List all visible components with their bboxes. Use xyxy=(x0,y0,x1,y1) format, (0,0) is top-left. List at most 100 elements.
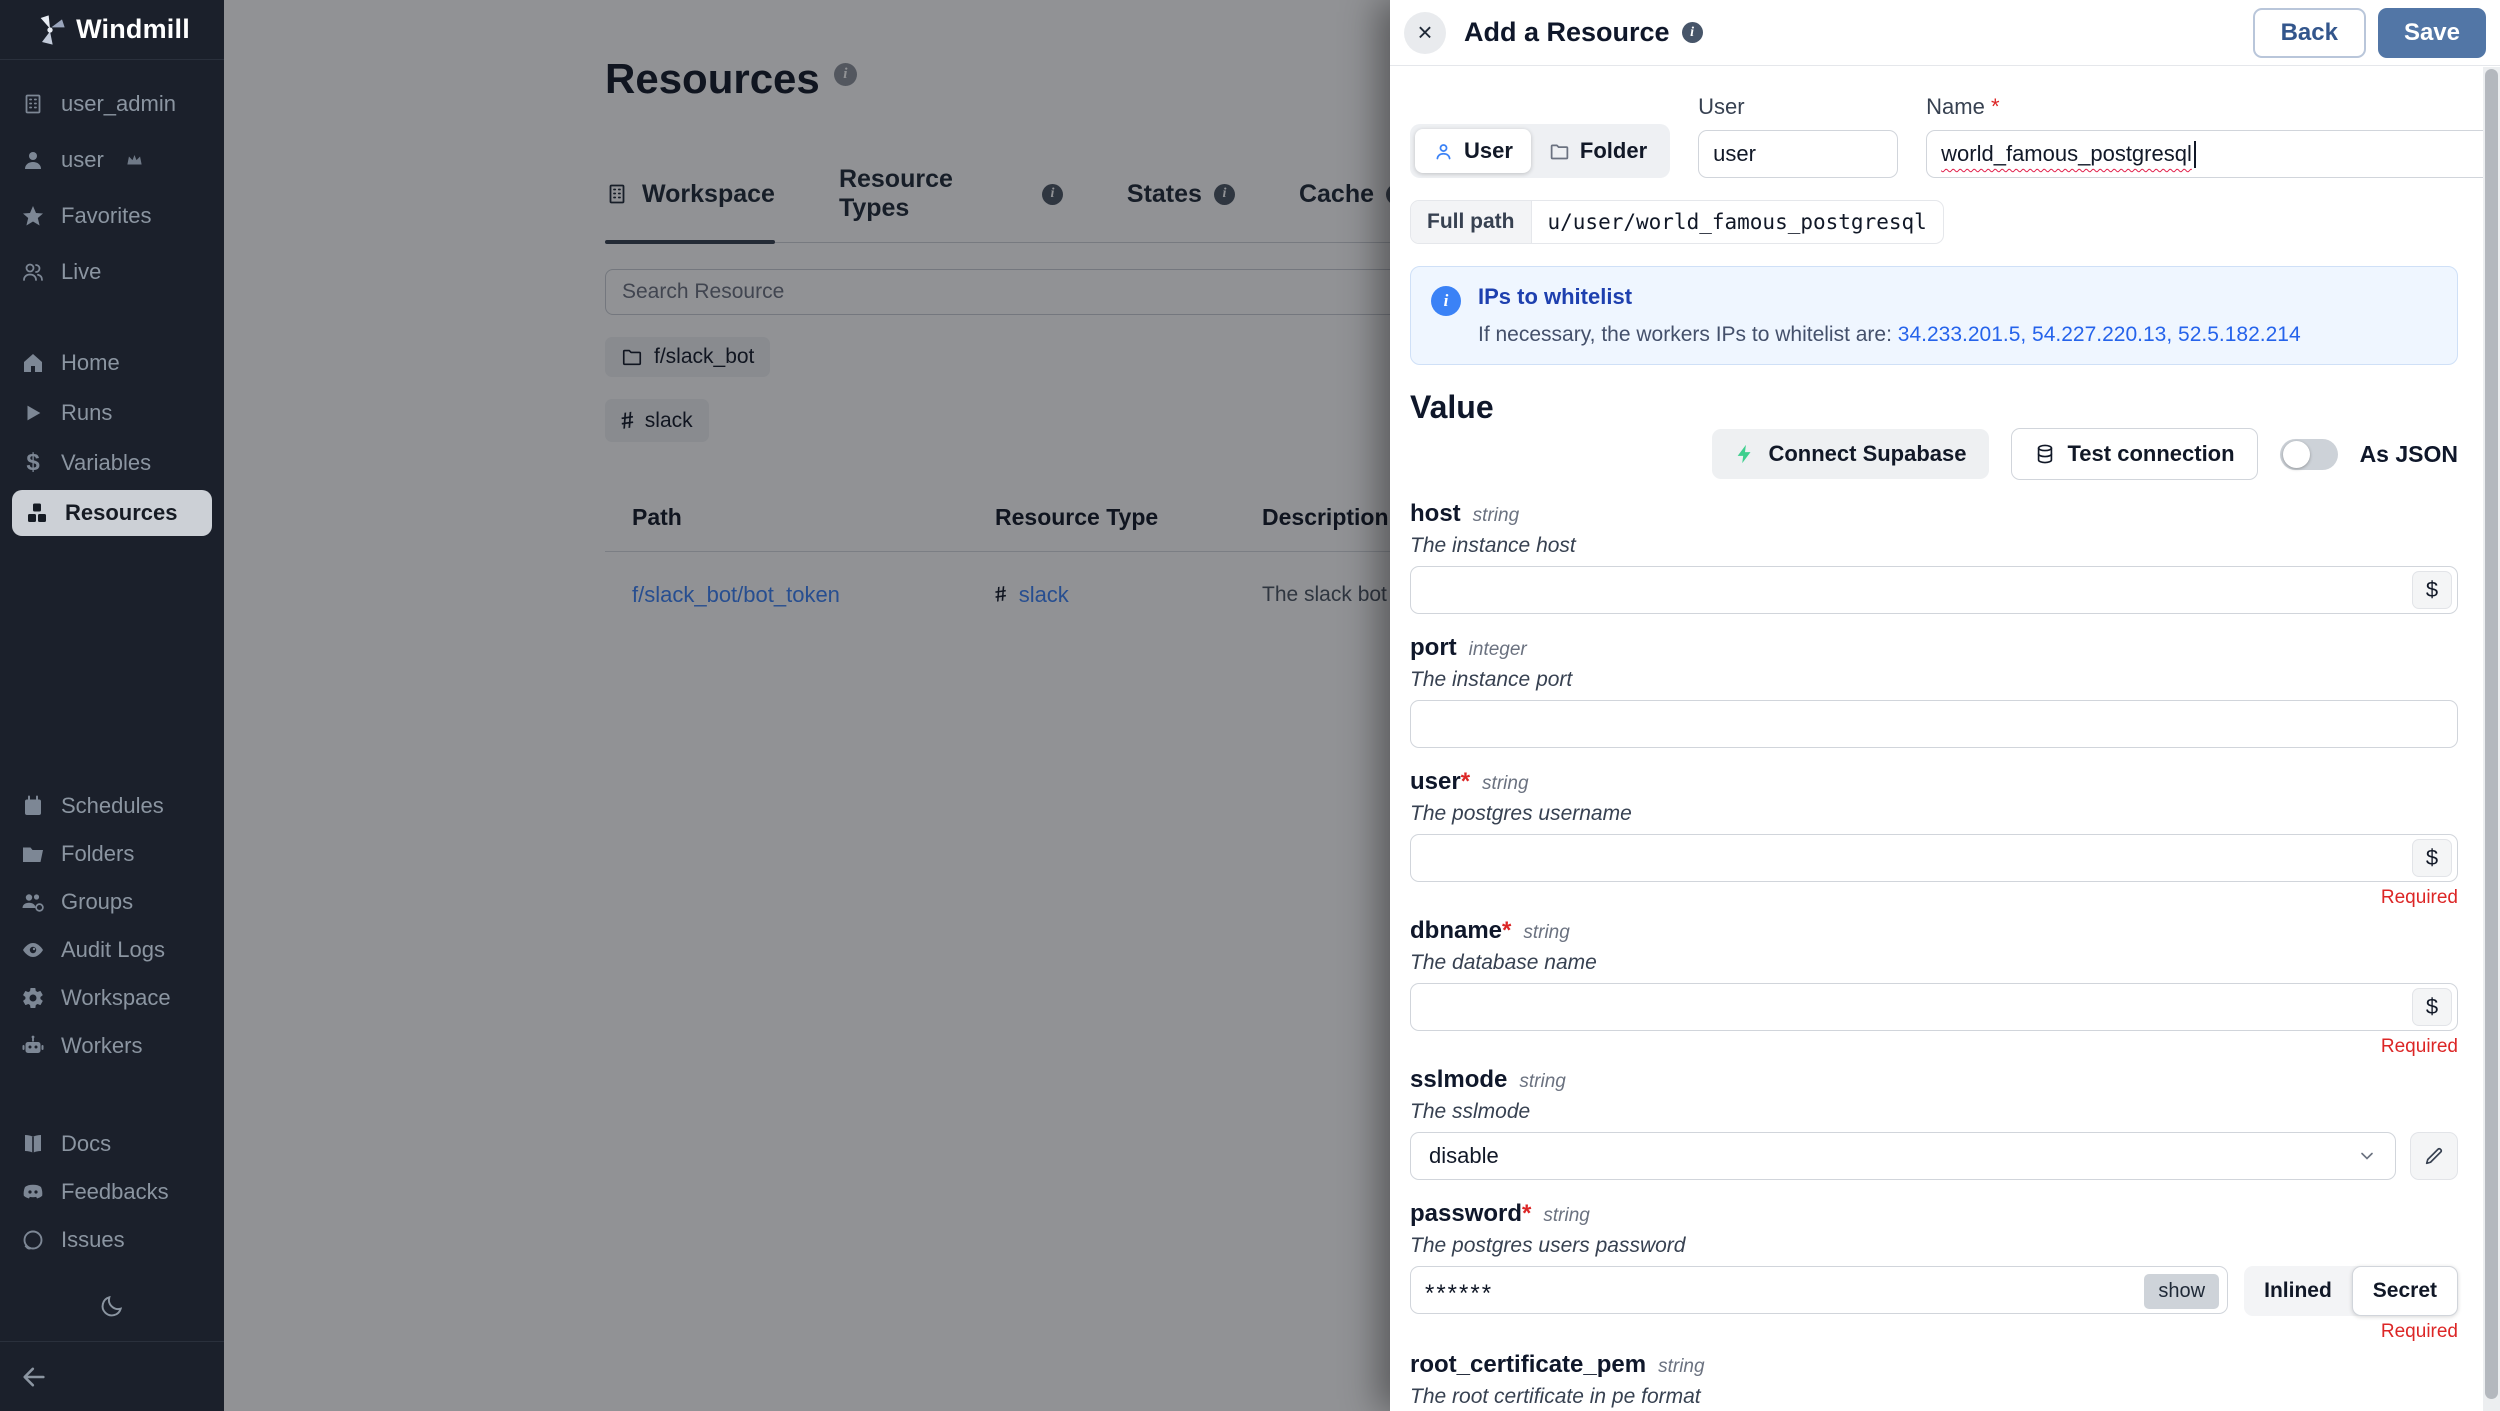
robot-icon xyxy=(20,1033,46,1059)
sidebar-item-user-admin[interactable]: user_admin xyxy=(0,78,224,130)
field-dbname: dbname* string The database name $ Requi… xyxy=(1410,917,2458,1058)
insert-variable-button[interactable]: $ xyxy=(2412,988,2452,1026)
back-button[interactable]: Back xyxy=(2253,8,2366,58)
sidebar-item-issues[interactable]: Issues xyxy=(0,1218,224,1262)
field-type: string xyxy=(1473,505,1519,527)
users-icon xyxy=(20,259,46,285)
sidebar-item-label: user xyxy=(61,147,104,173)
drawer-scrollbar[interactable] xyxy=(2483,67,2500,1411)
full-path-display: Full path u/user/world_famous_postgresql xyxy=(1410,200,1944,244)
scrollbar-thumb[interactable] xyxy=(2485,69,2498,1399)
password-masked-value: ****** xyxy=(1425,1272,1493,1308)
sidebar-item-home[interactable]: Home xyxy=(0,340,224,386)
sidebar-item-label: Docs xyxy=(61,1131,111,1157)
calendar-icon xyxy=(20,793,46,819)
chevron-down-icon xyxy=(2357,1146,2377,1166)
save-button[interactable]: Save xyxy=(2378,8,2486,58)
add-resource-drawer: Add a Resource Back Save User xyxy=(1390,0,2500,1411)
dollar-icon: $ xyxy=(20,450,46,476)
test-connection-button[interactable]: Test connection xyxy=(2011,428,2258,480)
sidebar-item-docs[interactable]: Docs xyxy=(0,1122,224,1166)
sidebar-item-folders[interactable]: Folders xyxy=(0,832,224,876)
collapse-sidebar-button[interactable] xyxy=(20,1363,48,1391)
sidebar-item-schedules[interactable]: Schedules xyxy=(0,784,224,828)
required-asterisk: * xyxy=(1461,768,1470,795)
folder-icon xyxy=(1549,141,1570,162)
field-name: sslmode xyxy=(1410,1066,1507,1094)
dbname-input[interactable]: $ xyxy=(1410,983,2458,1031)
field-type: string xyxy=(1543,1205,1589,1227)
supabase-bolt-icon xyxy=(1734,443,1756,465)
field-description: The instance host xyxy=(1410,534,2458,558)
host-input[interactable]: $ xyxy=(1410,566,2458,614)
arrow-left-icon xyxy=(20,1363,48,1391)
full-path-value: u/user/world_famous_postgresql xyxy=(1532,201,1943,243)
owner-folder-label: Folder xyxy=(1580,138,1647,164)
name-field-input[interactable]: world_famous_postgresql xyxy=(1926,130,2500,178)
field-password: password* string The postgres users pass… xyxy=(1410,1200,2458,1343)
sidebar-item-label: Schedules xyxy=(61,793,164,819)
sidebar-item-live[interactable]: Live xyxy=(0,246,224,298)
database-icon xyxy=(2034,443,2056,465)
connect-supabase-button[interactable]: Connect Supabase xyxy=(1712,429,1988,479)
password-mode-toggle: Inlined Secret xyxy=(2244,1266,2458,1316)
show-password-button[interactable]: show xyxy=(2144,1274,2219,1309)
sidebar-item-workers[interactable]: Workers xyxy=(0,1024,224,1068)
dark-mode-toggle[interactable] xyxy=(90,1284,134,1328)
field-description: The root certificate in pe format xyxy=(1410,1385,2458,1409)
windmill-brand[interactable]: Windmill xyxy=(0,0,224,60)
as-json-toggle[interactable] xyxy=(2280,439,2338,470)
owner-user-option[interactable]: User xyxy=(1415,129,1531,173)
sidebar-item-label: Groups xyxy=(61,889,133,915)
insert-variable-button[interactable]: $ xyxy=(2412,839,2452,877)
field-type: string xyxy=(1519,1071,1565,1093)
required-message: Required xyxy=(1410,1036,2458,1058)
info-icon[interactable] xyxy=(1682,22,1703,43)
sidebar-item-label: Variables xyxy=(61,450,151,476)
sslmode-select[interactable]: disable xyxy=(1410,1132,2396,1180)
sidebar-item-resources[interactable]: Resources xyxy=(12,490,212,536)
field-description: The instance port xyxy=(1410,668,2458,692)
password-input[interactable]: ****** show xyxy=(1410,1266,2228,1314)
field-name: host xyxy=(1410,500,1461,528)
sidebar-item-workspace[interactable]: Workspace xyxy=(0,976,224,1020)
required-asterisk: * xyxy=(1522,1200,1531,1227)
sidebar-item-groups[interactable]: Groups xyxy=(0,880,224,924)
user-input[interactable]: $ xyxy=(1410,834,2458,882)
moon-icon xyxy=(99,1293,125,1319)
sidebar-item-user[interactable]: user xyxy=(0,134,224,186)
gear-icon xyxy=(20,985,46,1011)
building-icon xyxy=(20,91,46,117)
field-description: The sslmode xyxy=(1410,1100,2458,1124)
drawer-backdrop[interactable] xyxy=(224,0,1390,1411)
insert-variable-button[interactable]: $ xyxy=(2412,571,2452,609)
sidebar-item-feedbacks[interactable]: Feedbacks xyxy=(0,1170,224,1214)
sidebar-item-label: Live xyxy=(61,259,101,285)
person-icon xyxy=(20,147,46,173)
field-host: host string The instance host $ xyxy=(1410,500,2458,614)
edit-sslmode-button[interactable] xyxy=(2410,1132,2458,1180)
sidebar-item-favorites[interactable]: Favorites xyxy=(0,190,224,242)
full-path-label: Full path xyxy=(1411,201,1532,243)
inlined-option[interactable]: Inlined xyxy=(2244,1266,2352,1316)
as-json-label: As JSON xyxy=(2360,441,2458,468)
name-field-label: Name * xyxy=(1926,94,2500,120)
field-type: integer xyxy=(1469,639,1527,661)
user-field-input[interactable] xyxy=(1698,130,1898,178)
book-icon xyxy=(20,1131,46,1157)
sidebar-item-audit-logs[interactable]: Audit Logs xyxy=(0,928,224,972)
sidebar-item-variables[interactable]: $ Variables xyxy=(0,440,224,486)
secret-option[interactable]: Secret xyxy=(2352,1266,2458,1316)
required-message: Required xyxy=(1410,1321,2458,1343)
sidebar-item-label: Audit Logs xyxy=(61,937,165,963)
owner-folder-option[interactable]: Folder xyxy=(1531,129,1665,173)
info-icon xyxy=(1431,286,1461,316)
crown-icon xyxy=(125,151,144,170)
field-description: The database name xyxy=(1410,951,2458,975)
sidebar-item-runs[interactable]: Runs xyxy=(0,390,224,436)
infobox-title: IPs to whitelist xyxy=(1478,284,2301,310)
sidebar-item-label: Feedbacks xyxy=(61,1179,169,1205)
pencil-icon xyxy=(2423,1145,2445,1167)
port-input[interactable] xyxy=(1410,700,2458,748)
close-drawer-button[interactable] xyxy=(1404,12,1446,54)
